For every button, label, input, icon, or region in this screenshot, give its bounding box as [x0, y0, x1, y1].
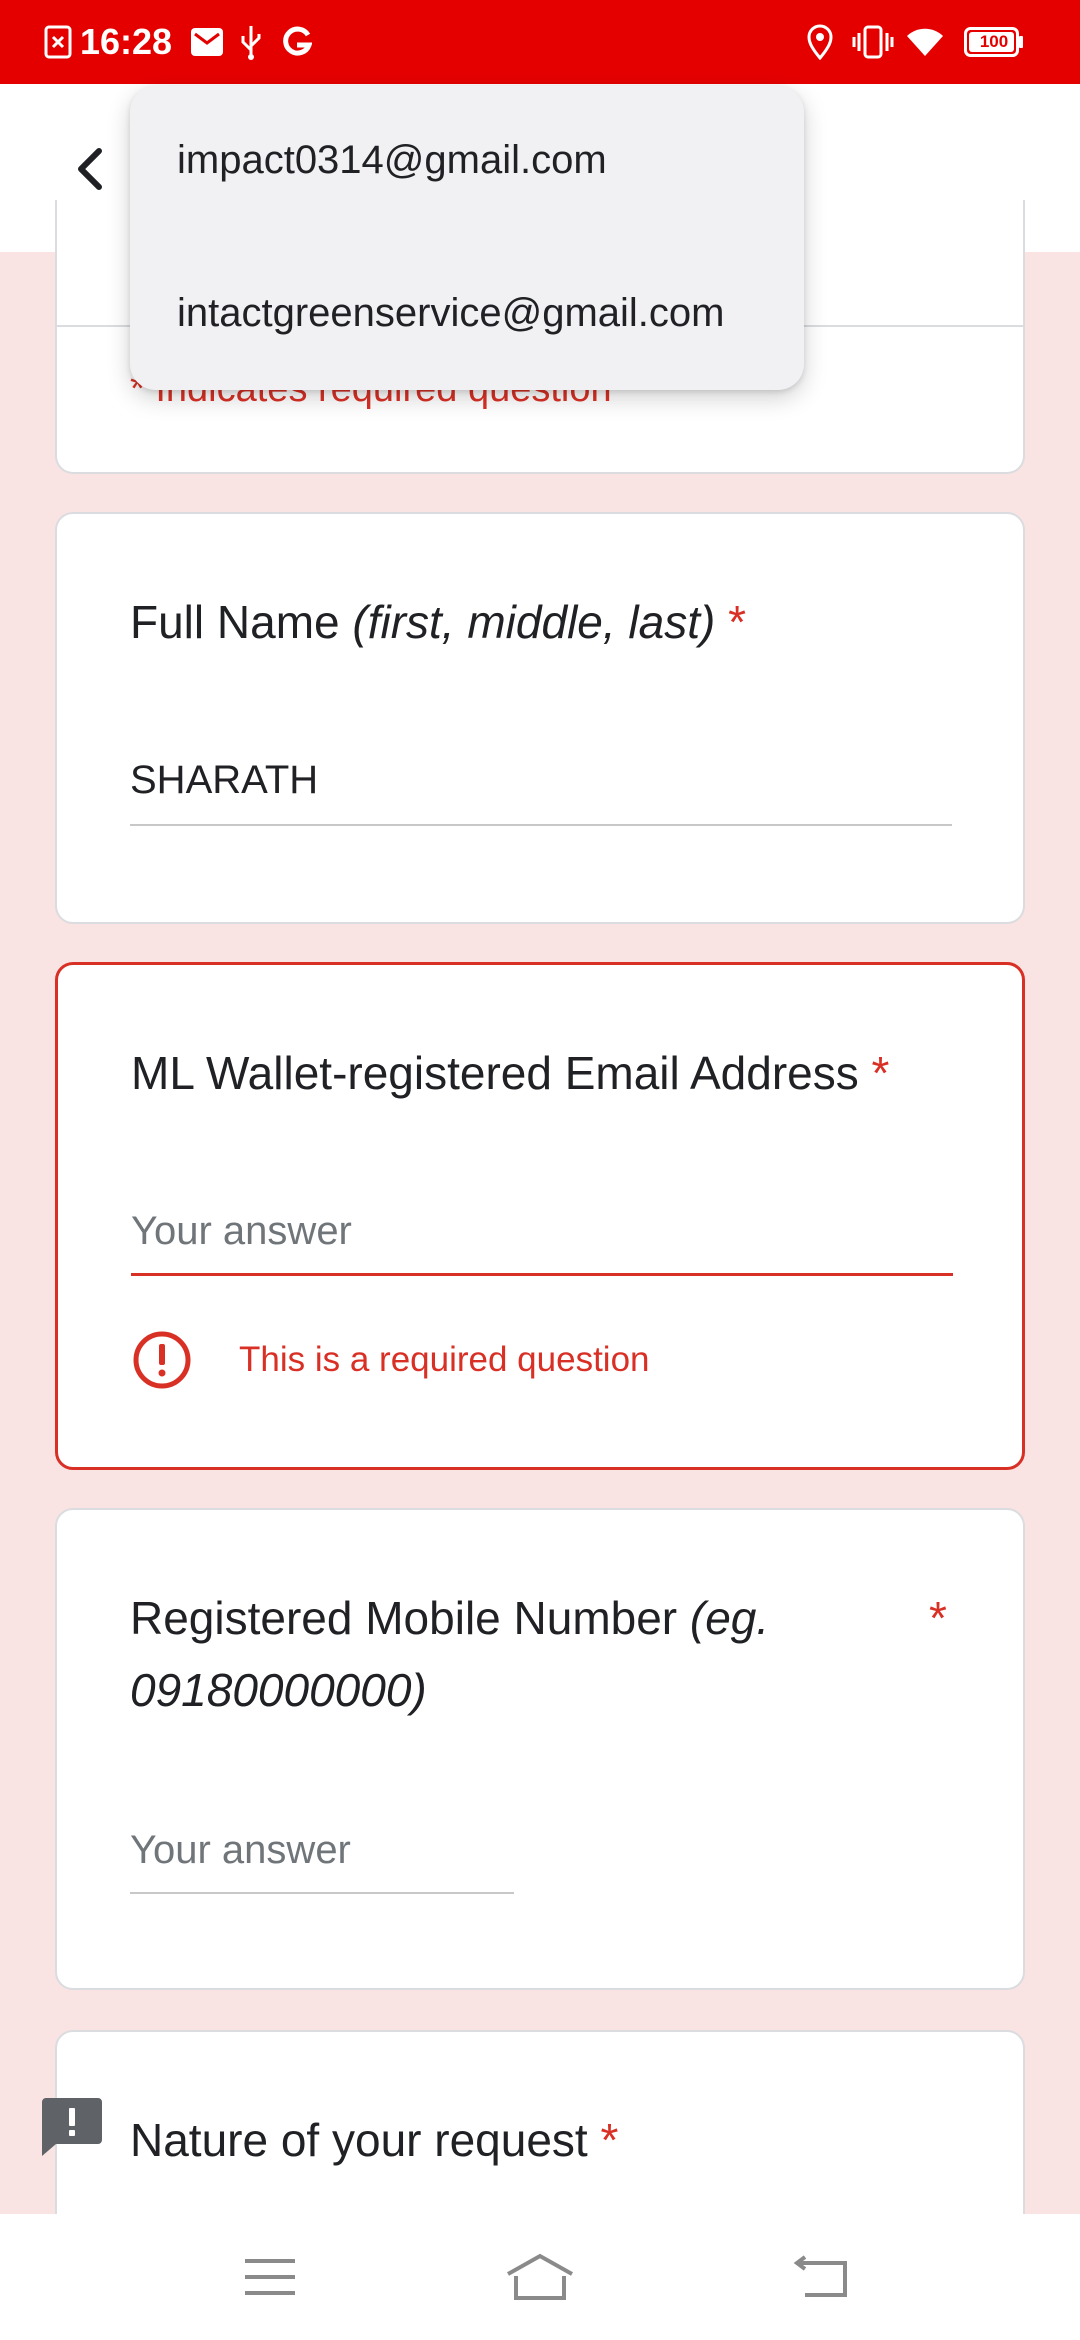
question-hint: (first, middle, last) [352, 596, 716, 648]
question-title: Nature of your request * [130, 2104, 618, 2176]
email-autocomplete-dropdown: impact0314@gmail.com intactgreenservice@… [130, 86, 804, 390]
back-icon[interactable] [778, 2242, 868, 2312]
menu-icon[interactable] [225, 2242, 315, 2312]
question-card-mobile: Registered Mobile Number (eg. 0918000000… [55, 1508, 1025, 1990]
question-title: Full Name (first, middle, last) * [130, 586, 746, 658]
wifi-icon [906, 0, 944, 84]
system-nav-bar [0, 2214, 1080, 2340]
required-asterisk: * [728, 596, 747, 648]
question-label: Nature of your request [130, 2114, 601, 2166]
location-icon [806, 0, 834, 84]
input-underline [130, 824, 952, 826]
feedback-icon[interactable] [40, 2096, 104, 2158]
question-card-full-name: Full Name (first, middle, last) * SHARAT… [55, 512, 1025, 924]
required-asterisk: * [600, 2114, 619, 2166]
question-card-email: ML Wallet-registered Email Address * You… [55, 962, 1025, 1470]
question-label: ML Wallet-registered Email Address [131, 1047, 872, 1099]
battery-icon: 100 [964, 0, 1024, 84]
screenshot-icon [44, 0, 72, 84]
error-text: This is a required question [239, 1340, 650, 1379]
question-title: Registered Mobile Number (eg. 0918000000… [130, 1582, 850, 1726]
question-hint-line1: (eg. [689, 1592, 770, 1644]
autocomplete-option[interactable]: intactgreenservice@gmail.com [177, 291, 724, 336]
back-arrow-icon[interactable] [60, 134, 120, 204]
google-icon [282, 0, 312, 84]
required-asterisk: * [929, 1592, 947, 1644]
status-bar: 16:28 100 [0, 0, 1080, 84]
usb-icon [238, 0, 264, 84]
autocomplete-option[interactable]: impact0314@gmail.com [177, 138, 607, 183]
question-label: Registered Mobile Number [130, 1592, 690, 1644]
status-time: 16:28 [80, 21, 173, 62]
vibrate-icon [852, 0, 894, 84]
question-label: Full Name [130, 596, 353, 648]
mobile-number-input[interactable]: Your answer [130, 1828, 351, 1873]
input-underline [131, 1273, 953, 1276]
question-title: ML Wallet-registered Email Address * [131, 1037, 889, 1109]
battery-level: 100 [979, 32, 1009, 51]
input-underline [130, 1892, 514, 1894]
required-asterisk: * [871, 1047, 890, 1099]
mail-icon [190, 0, 224, 84]
error-message: This is a required question [131, 1329, 650, 1391]
full-name-input[interactable]: SHARATH [130, 758, 318, 803]
error-icon [133, 1331, 191, 1389]
email-input[interactable]: Your answer [131, 1209, 352, 1254]
home-icon[interactable] [495, 2242, 585, 2312]
question-hint-line2: 09180000000) [130, 1664, 427, 1716]
